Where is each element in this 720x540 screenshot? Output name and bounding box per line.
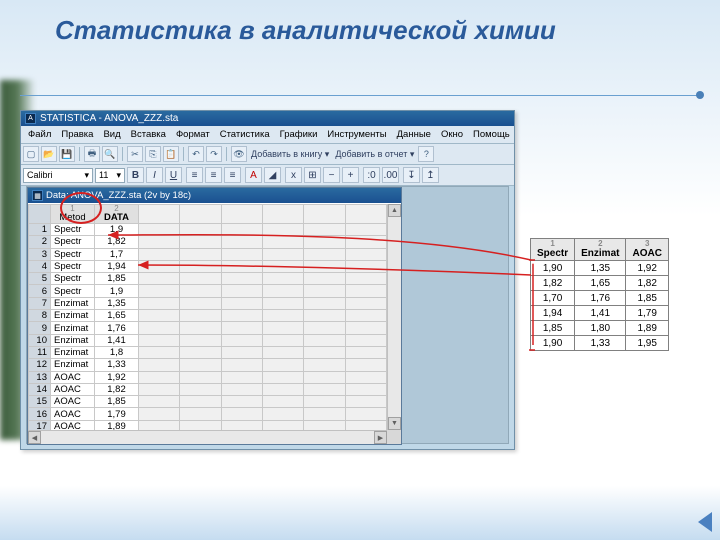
new-icon[interactable]: ▢ (23, 146, 39, 162)
menu-tools[interactable]: Инструменты (322, 127, 391, 142)
statistica-app-window: A STATISTICA - ANOVA_ZZZ.sta Файл Правка… (20, 110, 515, 450)
scroll-up-icon[interactable]: ▲ (388, 204, 401, 217)
table-row[interactable]: 8Enzimat1,65 (29, 310, 387, 322)
table-row[interactable]: 9Enzimat1,76 (29, 322, 387, 334)
vertical-scrollbar[interactable]: ▲ ▼ (387, 204, 401, 430)
blank-col (139, 205, 180, 224)
app-title: STATISTICA - ANOVA_ZZZ.sta (40, 113, 178, 124)
column-header-1[interactable]: 1Metod (51, 205, 95, 224)
menu-window[interactable]: Окно (436, 127, 468, 142)
standard-toolbar: ▢ 📂 💾 🖶 🔍 ✂ ⎘ 📋 ↶ ↷ 👁 Добавить в книгу ▾… (21, 144, 514, 165)
app-icon: A (25, 113, 36, 124)
save-icon[interactable]: 💾 (59, 146, 75, 162)
vars-icon[interactable]: x (285, 167, 302, 183)
trans-header-2: 2Enzimat (575, 239, 626, 261)
redo-icon[interactable]: ↷ (206, 146, 222, 162)
table-row[interactable]: 16AOAC1,79 (29, 408, 387, 420)
italic-icon[interactable]: I (146, 167, 163, 183)
font-color-icon[interactable]: A (245, 167, 262, 183)
table-row[interactable]: 10Enzimat1,41 (29, 334, 387, 346)
font-selector[interactable]: Calibri▾ (23, 168, 93, 183)
data-window-icon: ▦ (32, 190, 43, 201)
column-header-2[interactable]: 2DATA (95, 205, 139, 224)
table-row[interactable]: 17AOAC1,89 (29, 420, 387, 430)
table-row: 1,851,801,89 (531, 321, 669, 336)
scroll-left-icon[interactable]: ◀ (28, 431, 41, 444)
undo-icon[interactable]: ↶ (188, 146, 204, 162)
trans-header-3: 3AOAC (626, 239, 668, 261)
underline-icon[interactable]: U (165, 167, 182, 183)
prev-slide-icon[interactable] (692, 512, 712, 532)
table-row: 1,901,351,92 (531, 261, 669, 276)
menu-data[interactable]: Данные (392, 127, 436, 142)
page-title: Статистика в аналитической химии (0, 0, 720, 51)
zoom-in-icon[interactable]: + (342, 167, 359, 183)
data-window-title: Data: ANOVA_ZZZ.sta (2v by 18c) (46, 190, 191, 201)
cases-icon[interactable]: ⊞ (304, 167, 321, 183)
menu-view[interactable]: Вид (98, 127, 125, 142)
table-row: 1,941,411,79 (531, 306, 669, 321)
table-row: 1,701,761,85 (531, 291, 669, 306)
table-row[interactable]: 4Spectr1,94 (29, 260, 387, 272)
add-to-book-button[interactable]: Добавить в книгу ▾ (249, 149, 331, 160)
data-window: ▦ Data: ANOVA_ZZZ.sta (2v by 18c) 1Metod… (27, 187, 402, 445)
spreadsheet[interactable]: 1Metod 2DATA 1Spectr1,92Spectr1,823Spect… (28, 204, 387, 430)
table-row[interactable]: 14AOAC1,82 (29, 383, 387, 395)
menu-edit[interactable]: Правка (56, 127, 98, 142)
menu-insert[interactable]: Вставка (126, 127, 171, 142)
align-center-icon[interactable]: ≡ (205, 167, 222, 183)
transposed-table: 1Spectr 2Enzimat 3AOAC 1,901,351,921,821… (530, 238, 669, 351)
table-row: 1,901,331,95 (531, 336, 669, 351)
table-row[interactable]: 13AOAC1,92 (29, 371, 387, 383)
table-row[interactable]: 2Spectr1,82 (29, 236, 387, 248)
align-left-icon[interactable]: ≡ (186, 167, 203, 183)
fill-color-icon[interactable]: ◢ (264, 167, 281, 183)
print-icon[interactable]: 🖶 (84, 146, 100, 162)
help-icon[interactable]: ? (418, 146, 434, 162)
horizontal-scrollbar[interactable]: ◀ ▶ (28, 430, 387, 444)
fontsize-selector[interactable]: 11▾ (95, 168, 125, 183)
add-to-report-button[interactable]: Добавить в отчет ▾ (333, 149, 416, 160)
copy-icon[interactable]: ⎘ (145, 146, 161, 162)
corner-cell[interactable] (29, 205, 51, 224)
sort-desc-icon[interactable]: ↥ (422, 167, 439, 183)
workspace-dock: ▦ Data: ANOVA_ZZZ.sta (2v by 18c) 1Metod… (26, 186, 509, 444)
zoom-out-icon[interactable]: − (323, 167, 340, 183)
preview-icon[interactable]: 🔍 (102, 146, 118, 162)
menu-format[interactable]: Формат (171, 127, 215, 142)
table-row[interactable]: 7Enzimat1,35 (29, 297, 387, 309)
data-titlebar[interactable]: ▦ Data: ANOVA_ZZZ.sta (2v by 18c) (28, 188, 401, 203)
bold-icon[interactable]: B (127, 167, 144, 183)
menubar: Файл Правка Вид Вставка Формат Статистик… (21, 126, 514, 144)
menu-statistics[interactable]: Статистика (215, 127, 275, 142)
menu-file[interactable]: Файл (23, 127, 56, 142)
decrease-decimal-icon[interactable]: :0 (363, 167, 380, 183)
table-row[interactable]: 5Spectr1,85 (29, 273, 387, 285)
app-titlebar[interactable]: A STATISTICA - ANOVA_ZZZ.sta (21, 111, 514, 126)
table-row[interactable]: 12Enzimat1,33 (29, 359, 387, 371)
scroll-down-icon[interactable]: ▼ (388, 417, 401, 430)
title-underline (20, 95, 700, 96)
table-row: 1,821,651,82 (531, 276, 669, 291)
align-right-icon[interactable]: ≡ (224, 167, 241, 183)
trans-header-1: 1Spectr (531, 239, 575, 261)
menu-graphics[interactable]: Графики (275, 127, 323, 142)
table-row[interactable]: 3Spectr1,7 (29, 248, 387, 260)
find-icon[interactable]: 👁 (231, 146, 247, 162)
sort-asc-icon[interactable]: ↧ (403, 167, 420, 183)
format-toolbar: Calibri▾ 11▾ B I U ≡ ≡ ≡ A ◢ x ⊞ − + :0 … (21, 165, 514, 186)
table-row[interactable]: 6Spectr1,9 (29, 285, 387, 297)
table-row[interactable]: 11Enzimat1,8 (29, 346, 387, 358)
increase-decimal-icon[interactable]: .00 (382, 167, 399, 183)
scroll-right-icon[interactable]: ▶ (374, 431, 387, 444)
open-icon[interactable]: 📂 (41, 146, 57, 162)
cut-icon[interactable]: ✂ (127, 146, 143, 162)
menu-help[interactable]: Помощь (468, 127, 515, 142)
table-row[interactable]: 1Spectr1,9 (29, 224, 387, 236)
table-row[interactable]: 15AOAC1,85 (29, 396, 387, 408)
paste-icon[interactable]: 📋 (163, 146, 179, 162)
